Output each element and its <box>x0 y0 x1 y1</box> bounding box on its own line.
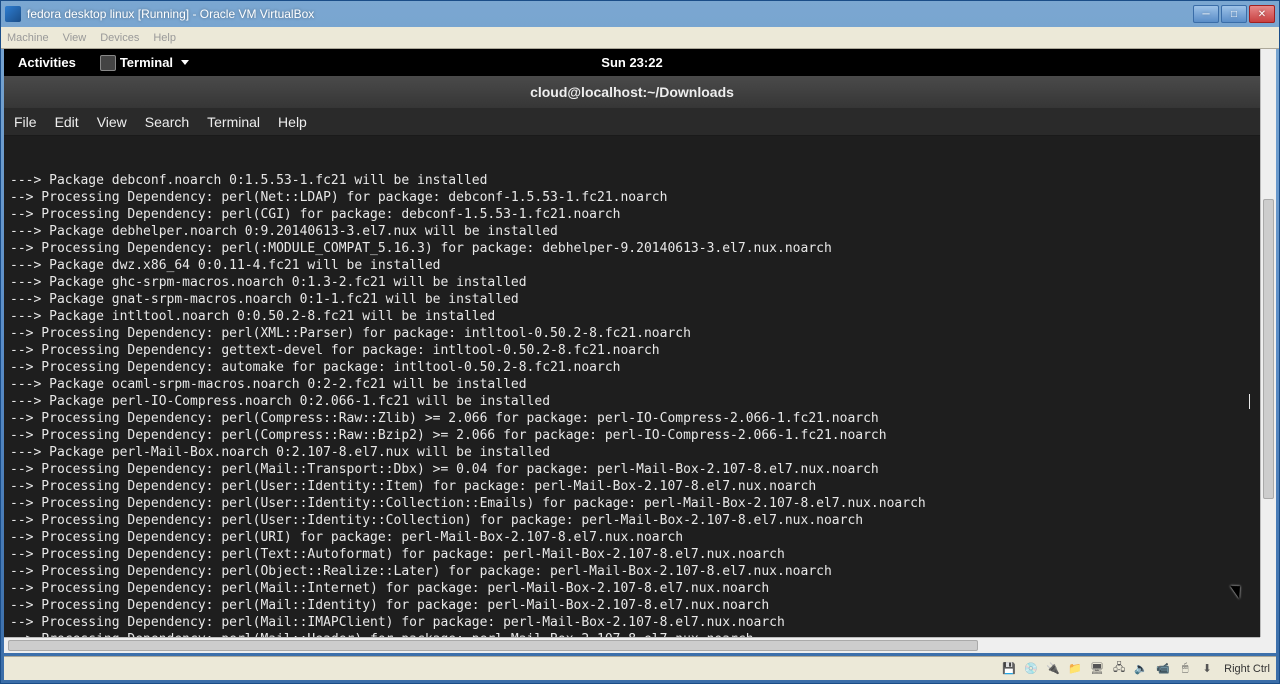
terminal-menu-edit[interactable]: Edit <box>55 114 79 130</box>
host-key-label: Right Ctrl <box>1224 663 1270 675</box>
display-icon[interactable]: 🖥 <box>1089 661 1105 677</box>
vbox-menu-devices[interactable]: Devices <box>100 32 139 44</box>
terminal-line: --> Processing Dependency: perl(Compress… <box>10 427 1254 444</box>
terminal-line: --> Processing Dependency: perl(URI) for… <box>10 529 1254 546</box>
hard-disk-icon[interactable]: 💾 <box>1001 661 1017 677</box>
scrollbar-thumb[interactable] <box>8 640 978 651</box>
terminal-line: --> Processing Dependency: perl(Net::LDA… <box>10 189 1254 206</box>
terminal-titlebar[interactable]: cloud@localhost:~/Downloads <box>4 76 1260 108</box>
terminal-line: ---> Package gnat-srpm-macros.noarch 0:1… <box>10 291 1254 308</box>
usb-icon[interactable]: 🔌 <box>1045 661 1061 677</box>
terminal-line: --> Processing Dependency: perl(:MODULE_… <box>10 240 1254 257</box>
terminal-line: --> Processing Dependency: perl(Compress… <box>10 410 1254 427</box>
shared-folders-icon[interactable]: 📁 <box>1067 661 1083 677</box>
video-capture-icon[interactable]: 📹 <box>1155 661 1171 677</box>
window-titlebar[interactable]: fedora desktop linux [Running] - Oracle … <box>1 1 1279 27</box>
terminal-menu-bar: File Edit View Search Terminal Help <box>4 108 1260 136</box>
terminal-line: --> Processing Dependency: perl(Object::… <box>10 563 1254 580</box>
terminal-line: ---> Package intltool.noarch 0:0.50.2-8.… <box>10 308 1254 325</box>
app-icon <box>5 6 21 22</box>
activities-button[interactable]: Activities <box>4 49 90 76</box>
terminal-line: --> Processing Dependency: perl(Mail::Tr… <box>10 461 1254 478</box>
terminal-line: ---> Package ocaml-srpm-macros.noarch 0:… <box>10 376 1254 393</box>
terminal-line: ---> Package ghc-srpm-macros.noarch 0:1.… <box>10 274 1254 291</box>
terminal-line: --> Processing Dependency: automake for … <box>10 359 1254 376</box>
network-icon[interactable]: 🖧 <box>1111 661 1127 677</box>
terminal-menu-file[interactable]: File <box>14 114 37 130</box>
mouse-integration-icon[interactable]: 🖱 <box>1177 661 1193 677</box>
terminal-line: --> Processing Dependency: perl(Mail::Id… <box>10 597 1254 614</box>
terminal-line: --> Processing Dependency: perl(Mail::IM… <box>10 614 1254 631</box>
audio-icon[interactable]: 🔈 <box>1133 661 1149 677</box>
vbox-menu-machine[interactable]: Machine <box>7 32 49 44</box>
text-cursor-icon <box>1249 394 1250 409</box>
terminal-menu-help[interactable]: Help <box>278 114 307 130</box>
gnome-top-bar: Activities Terminal Sun 23:22 <box>4 49 1260 76</box>
terminal-line: --> Processing Dependency: perl(User::Id… <box>10 495 1254 512</box>
terminal-line: --> Processing Dependency: gettext-devel… <box>10 342 1254 359</box>
terminal-line: --> Processing Dependency: perl(CGI) for… <box>10 206 1254 223</box>
terminal-menu-terminal[interactable]: Terminal <box>207 114 260 130</box>
vm-display-area: Activities Terminal Sun 23:22 cloud@loca… <box>4 49 1276 653</box>
current-app-menu[interactable]: Terminal <box>90 55 199 71</box>
terminal-title: cloud@localhost:~/Downloads <box>530 84 734 100</box>
terminal-menu-view[interactable]: View <box>97 114 127 130</box>
terminal-line: ---> Package debconf.noarch 0:1.5.53-1.f… <box>10 172 1254 189</box>
current-app-label: Terminal <box>120 55 173 70</box>
scrollbar-corner <box>1260 637 1276 653</box>
virtualbox-window: fedora desktop linux [Running] - Oracle … <box>0 0 1280 684</box>
terminal-output[interactable]: ---> Package debconf.noarch 0:1.5.53-1.f… <box>4 136 1260 637</box>
terminal-icon <box>100 55 116 71</box>
minimize-button[interactable]: ─ <box>1193 5 1219 23</box>
terminal-line: --> Processing Dependency: perl(XML::Par… <box>10 325 1254 342</box>
optical-drive-icon[interactable]: 💿 <box>1023 661 1039 677</box>
terminal-line: ---> Package perl-Mail-Box.noarch 0:2.10… <box>10 444 1254 461</box>
close-button[interactable]: ✕ <box>1249 5 1275 23</box>
terminal-line: --> Processing Dependency: perl(User::Id… <box>10 478 1254 495</box>
terminal-line: ---> Package perl-IO-Compress.noarch 0:2… <box>10 393 1254 410</box>
window-title: fedora desktop linux [Running] - Oracle … <box>27 7 1193 21</box>
vbox-menu-view[interactable]: View <box>63 32 87 44</box>
chevron-down-icon <box>181 60 189 65</box>
host-key-indicator-icon[interactable]: ⬇ <box>1199 661 1215 677</box>
terminal-line: ---> Package dwz.x86_64 0:0.11-4.fc21 wi… <box>10 257 1254 274</box>
terminal-menu-search[interactable]: Search <box>145 114 189 130</box>
clock[interactable]: Sun 23:22 <box>601 55 662 70</box>
terminal-line: --> Processing Dependency: perl(User::Id… <box>10 512 1254 529</box>
terminal-line: ---> Package debhelper.noarch 0:9.201406… <box>10 223 1254 240</box>
maximize-button[interactable]: □ <box>1221 5 1247 23</box>
scrollbar-thumb[interactable] <box>1263 199 1274 499</box>
virtualbox-menu-bar: Machine View Devices Help <box>1 27 1279 49</box>
vertical-scrollbar[interactable] <box>1260 49 1276 637</box>
terminal-line: --> Processing Dependency: perl(Mail::In… <box>10 580 1254 597</box>
terminal-line: --> Processing Dependency: perl(Text::Au… <box>10 546 1254 563</box>
horizontal-scrollbar[interactable] <box>4 637 1260 653</box>
virtualbox-status-bar: 💾 💿 🔌 📁 🖥 🖧 🔈 📹 🖱 ⬇ Right Ctrl <box>4 656 1276 680</box>
vbox-menu-help[interactable]: Help <box>153 32 176 44</box>
